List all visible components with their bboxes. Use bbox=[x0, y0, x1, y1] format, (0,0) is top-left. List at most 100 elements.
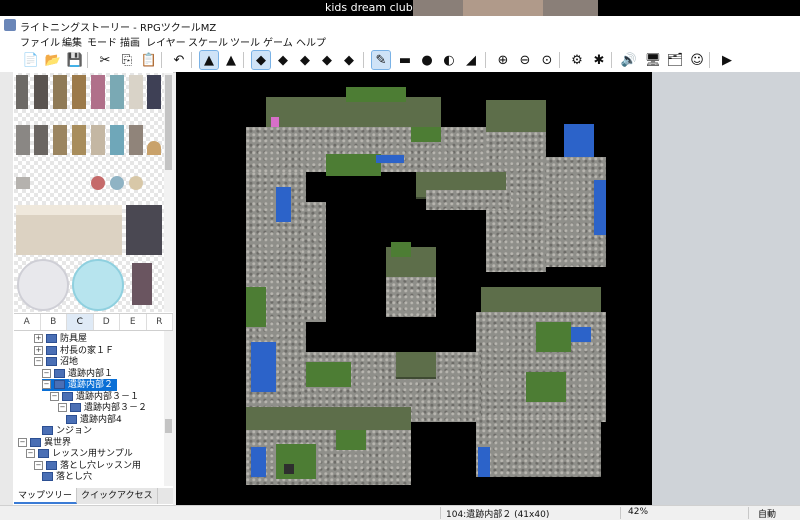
event-searcher-icon[interactable]: 🖥 bbox=[644, 51, 662, 69]
layer-3-icon[interactable]: ◆ bbox=[296, 51, 314, 69]
fill-icon[interactable]: ◐ bbox=[440, 51, 458, 69]
expand-toggle-icon[interactable]: − bbox=[50, 391, 59, 401]
tile[interactable] bbox=[72, 259, 124, 311]
zoom-out-icon[interactable]: ⊖ bbox=[516, 51, 534, 69]
tile[interactable] bbox=[34, 75, 48, 109]
expand-toggle-icon[interactable]: − bbox=[42, 380, 51, 389]
tileset-tab-r[interactable]: R bbox=[147, 314, 173, 330]
tileset-tab-c[interactable]: C bbox=[67, 314, 94, 330]
ellipse-icon[interactable]: ● bbox=[418, 51, 436, 69]
tile[interactable] bbox=[17, 259, 69, 311]
expand-toggle-icon[interactable]: − bbox=[34, 460, 43, 470]
tile[interactable] bbox=[126, 205, 162, 255]
tab-map-tree[interactable]: マップツリー bbox=[14, 488, 78, 504]
expand-toggle-icon[interactable]: + bbox=[34, 345, 43, 355]
tile[interactable] bbox=[110, 75, 124, 109]
expand-toggle-icon[interactable]: − bbox=[58, 403, 67, 412]
map-tree-item[interactable]: − 遺跡内部３－１ bbox=[50, 391, 139, 403]
expand-toggle-icon[interactable]: − bbox=[34, 357, 43, 366]
tile[interactable] bbox=[53, 75, 67, 109]
tile[interactable] bbox=[91, 176, 105, 190]
map-tree-item[interactable]: 遺跡内部4 bbox=[66, 414, 122, 426]
tile[interactable] bbox=[72, 125, 86, 155]
layer-4-icon[interactable]: ◆ bbox=[318, 51, 336, 69]
map-tree-item[interactable]: + 防具屋 bbox=[34, 333, 87, 345]
tile[interactable] bbox=[110, 125, 124, 155]
undo-icon[interactable]: ↶ bbox=[170, 51, 188, 69]
expand-toggle-icon[interactable]: − bbox=[18, 437, 27, 447]
tile[interactable] bbox=[91, 75, 105, 109]
tileset-tab-b[interactable]: B bbox=[41, 314, 67, 330]
tileset-tab-a[interactable]: A bbox=[14, 314, 41, 330]
menu-tools[interactable]: ツール bbox=[227, 34, 263, 49]
tileset-tab-e[interactable]: E bbox=[120, 314, 147, 330]
menu-scale[interactable]: スケール bbox=[185, 34, 231, 49]
database-icon[interactable]: ⚙ bbox=[568, 51, 586, 69]
tileset-tab-d[interactable]: D bbox=[94, 314, 120, 330]
shadow-pen-icon[interactable]: ◢ bbox=[462, 51, 480, 69]
expand-toggle-icon[interactable]: − bbox=[42, 368, 51, 378]
layer-1-icon[interactable]: ◆ bbox=[251, 50, 271, 70]
tile[interactable] bbox=[110, 176, 124, 190]
resource-manager-icon[interactable]: 🗂 bbox=[666, 51, 684, 69]
map-tree-item[interactable]: − 沼地 bbox=[34, 356, 78, 368]
menu-draw[interactable]: 描画 bbox=[117, 34, 143, 49]
tile[interactable] bbox=[132, 263, 152, 305]
map-tree-item[interactable]: + 村長の家１Ｆ bbox=[34, 345, 114, 357]
map-canvas[interactable] bbox=[176, 72, 652, 505]
tile[interactable] bbox=[53, 125, 67, 155]
menu-help[interactable]: ヘルプ bbox=[293, 34, 329, 49]
menu-layer[interactable]: レイヤー bbox=[143, 34, 189, 49]
map-tree-item[interactable]: − レッスン用サンプル bbox=[26, 448, 133, 460]
expand-toggle-icon[interactable]: + bbox=[34, 334, 43, 343]
expand-toggle-icon[interactable]: − bbox=[26, 449, 35, 458]
tile[interactable] bbox=[16, 205, 122, 215]
copy-icon[interactable]: ⎘ bbox=[118, 51, 136, 69]
cut-icon[interactable]: ✂ bbox=[96, 51, 114, 69]
paste-icon[interactable]: 📋 bbox=[140, 51, 158, 69]
tile[interactable] bbox=[129, 125, 143, 155]
event-mode-icon[interactable]: ▲ bbox=[222, 51, 240, 69]
menu-game[interactable]: ゲーム bbox=[260, 34, 296, 49]
zoom-in-icon[interactable]: ⊕ bbox=[494, 51, 512, 69]
menu-edit[interactable]: 編集 bbox=[59, 34, 85, 49]
sound-test-icon[interactable]: 🔊 bbox=[620, 51, 638, 69]
tile[interactable] bbox=[129, 75, 143, 109]
map-tree-scrollbar[interactable] bbox=[164, 331, 173, 486]
map-tree-item[interactable]: − 遺跡内部１ bbox=[42, 368, 113, 380]
tileset-scrollbar[interactable] bbox=[164, 73, 173, 312]
character-generator-icon[interactable]: ☺ bbox=[688, 51, 706, 69]
left-edge bbox=[0, 72, 13, 519]
tile[interactable] bbox=[16, 125, 30, 155]
map-tree-item-label: 異世界 bbox=[44, 437, 72, 448]
map-mode-icon[interactable]: ▲ bbox=[199, 50, 219, 70]
map-tree-item[interactable]: 落とし穴 bbox=[42, 471, 92, 483]
rectangle-icon[interactable]: ▬ bbox=[396, 51, 414, 69]
layer-auto-icon[interactable]: ◆ bbox=[340, 51, 358, 69]
open-project-icon[interactable]: 📂 bbox=[44, 51, 62, 69]
tile[interactable] bbox=[34, 125, 48, 155]
map-tree-item[interactable]: − 遺跡内部３－２ bbox=[58, 402, 147, 414]
map-tree-item[interactable]: ンジョン bbox=[42, 425, 92, 437]
tile[interactable] bbox=[129, 176, 143, 190]
menu-file[interactable]: ファイル bbox=[17, 34, 63, 49]
tile[interactable] bbox=[72, 75, 86, 109]
map-tree-item[interactable]: − 落とし穴レッスン用 bbox=[34, 460, 141, 472]
map-tree-item[interactable]: − 遺跡内部２ bbox=[42, 379, 118, 391]
plugin-manager-icon[interactable]: ✱ bbox=[590, 51, 608, 69]
tile[interactable] bbox=[147, 75, 161, 109]
tile[interactable] bbox=[91, 125, 105, 155]
new-project-icon[interactable]: 📄 bbox=[22, 51, 40, 69]
save-project-icon[interactable]: 💾 bbox=[66, 51, 84, 69]
zoom-actual-icon[interactable]: ⊙ bbox=[538, 51, 556, 69]
menu-mode[interactable]: モード bbox=[84, 34, 120, 49]
tile[interactable] bbox=[147, 141, 161, 155]
layer-2-icon[interactable]: ◆ bbox=[274, 51, 292, 69]
tab-quick-access[interactable]: クイックアクセス bbox=[77, 488, 158, 504]
tileset-palette[interactable] bbox=[14, 73, 164, 312]
map-tree-item[interactable]: − 異世界 bbox=[18, 437, 71, 449]
playtest-icon[interactable]: ▶ bbox=[718, 51, 736, 69]
tile[interactable] bbox=[16, 75, 28, 109]
tile[interactable] bbox=[16, 177, 30, 189]
pencil-icon[interactable]: ✎ bbox=[371, 50, 391, 70]
